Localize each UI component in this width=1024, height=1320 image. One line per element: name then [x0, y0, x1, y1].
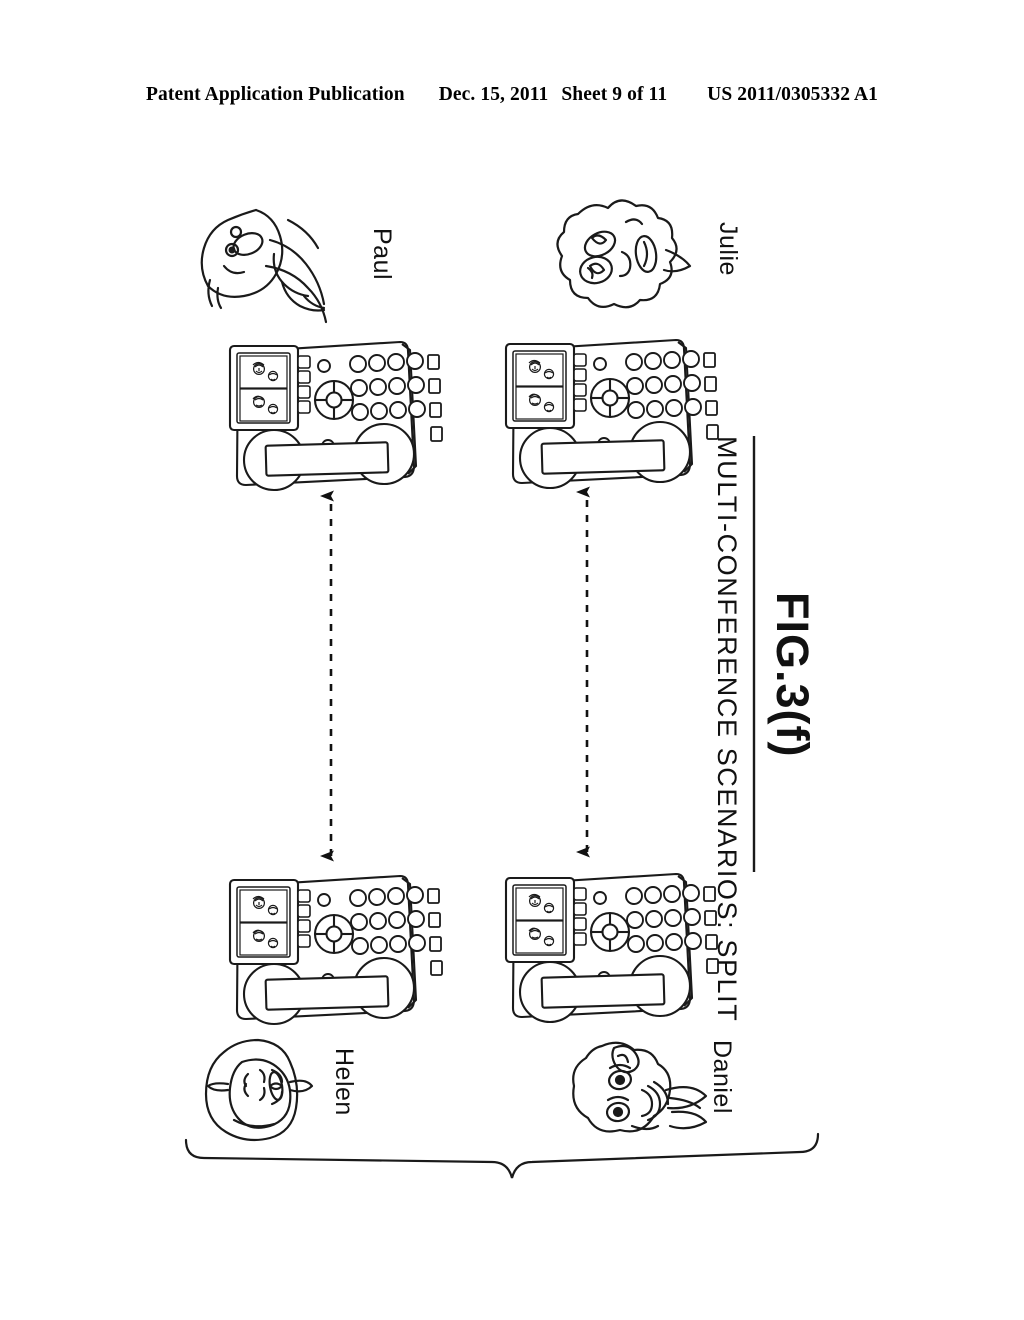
phone-julie — [504, 338, 720, 490]
participant-label-julie: Julie — [714, 222, 742, 276]
avatar-daniel — [572, 1041, 708, 1133]
split-group-brace — [184, 1132, 820, 1179]
figure-number-label: FIG.3(f) — [767, 592, 818, 758]
avatar-julie — [556, 199, 692, 309]
avatar-paul — [200, 208, 328, 324]
avatar-helen — [204, 1038, 314, 1142]
participant-label-paul: Paul — [368, 228, 396, 281]
phone-daniel — [504, 872, 720, 1024]
phone-paul — [228, 340, 444, 492]
participant-label-daniel: Daniel — [708, 1040, 736, 1114]
patent-figure — [0, 0, 1024, 1320]
participant-label-helen: Helen — [330, 1048, 358, 1116]
phone-helen — [228, 874, 444, 1026]
figure-drawing-svg — [184, 199, 820, 1179]
figure-caption-title: MULTI-CONFERENCE SCENARIOS: SPLIT — [712, 436, 742, 1023]
